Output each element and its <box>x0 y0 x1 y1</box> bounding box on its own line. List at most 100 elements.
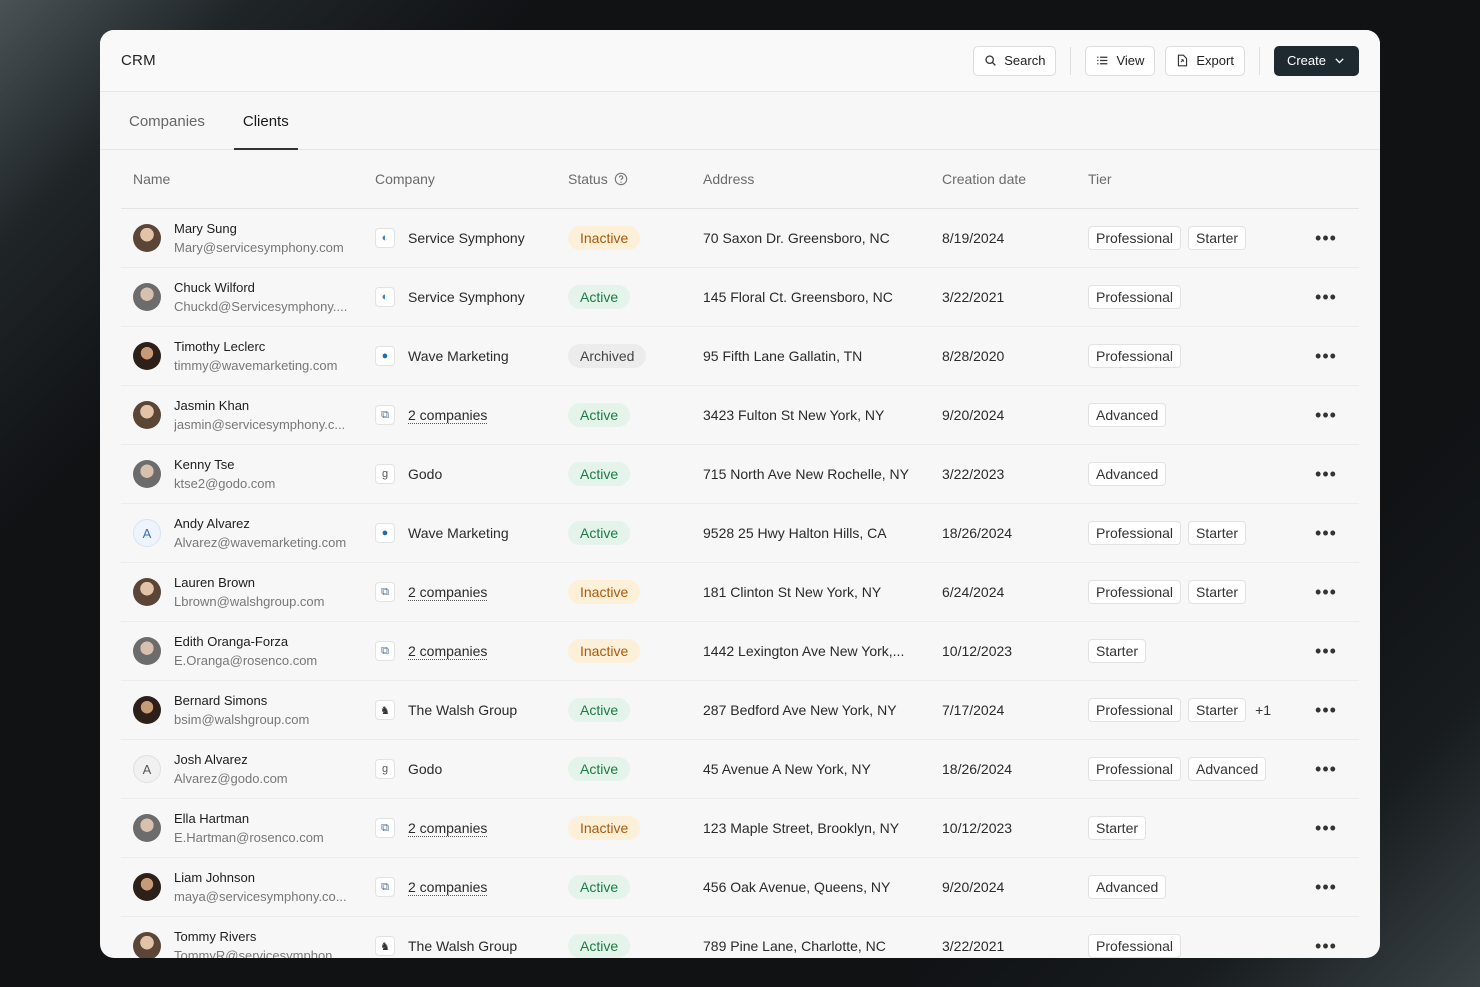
column-header-status[interactable]: Status <box>568 171 703 187</box>
client-name[interactable]: Liam Johnson <box>174 870 347 885</box>
table-row[interactable]: Mary Sung Mary@servicesymphony.com ◐ Ser… <box>121 209 1359 268</box>
export-button-label: Export <box>1196 53 1234 68</box>
table-row[interactable]: Liam Johnson maya@servicesymphony.co... … <box>121 858 1359 917</box>
tier-tag: Starter <box>1188 698 1247 722</box>
tier-cell: Professional Starter +1 <box>1088 698 1296 722</box>
toolbar-actions: Search View Export Create <box>973 45 1359 76</box>
tab-clients[interactable]: Clients <box>233 113 298 150</box>
table-row[interactable]: A Josh Alvarez Alvarez@godo.com g Godo A… <box>121 740 1359 799</box>
row-actions: ••• <box>1296 347 1356 365</box>
companies-link[interactable]: 2 companies <box>408 879 488 896</box>
client-name[interactable]: Ella Hartman <box>174 811 324 826</box>
column-header-tier[interactable]: Tier <box>1088 171 1296 187</box>
client-name[interactable]: Timothy Leclerc <box>174 339 337 354</box>
tier-more-count[interactable]: +1 <box>1255 702 1271 718</box>
companies-link[interactable]: 2 companies <box>408 584 488 601</box>
tier-cell: Professional <box>1088 285 1296 309</box>
address-cell: 145 Floral Ct. Greensboro, NC <box>703 289 893 305</box>
row-actions: ••• <box>1296 465 1356 483</box>
table-row[interactable]: Chuck Wilford Chuckd@Servicesymphony....… <box>121 268 1359 327</box>
client-email: ktse2@godo.com <box>174 476 276 491</box>
table-row[interactable]: A Andy Alvarez Alvarez@wavemarketing.com… <box>121 504 1359 563</box>
client-name[interactable]: Andy Alvarez <box>174 516 346 531</box>
avatar <box>133 696 161 724</box>
column-header-creation-date[interactable]: Creation date <box>942 171 1088 187</box>
client-name[interactable]: Kenny Tse <box>174 457 275 472</box>
creation-date-cell: 18/26/2024 <box>942 761 1013 777</box>
tier-tag: Professional <box>1088 344 1182 368</box>
companies-link[interactable]: 2 companies <box>408 820 488 837</box>
creation-date-cell: 3/22/2021 <box>942 289 1005 305</box>
table-row[interactable]: Kenny Tse ktse2@godo.com g Godo Active 7… <box>121 445 1359 504</box>
table-row[interactable]: Lauren Brown Lbrown@walshgroup.com ⧉ 2 c… <box>121 563 1359 622</box>
column-header-status-label: Status <box>568 171 608 187</box>
table-row[interactable]: Tommy Rivers TommyR@servicesymphon... ♞ … <box>121 917 1359 958</box>
client-name[interactable]: Chuck Wilford <box>174 280 347 295</box>
search-button[interactable]: Search <box>973 45 1057 76</box>
more-options-icon[interactable]: ••• <box>1315 701 1337 719</box>
client-name[interactable]: Tommy Rivers <box>174 929 343 944</box>
tier-tag: Advanced <box>1088 462 1167 486</box>
client-cell: Lauren Brown Lbrown@walshgroup.com <box>121 575 375 609</box>
table-row[interactable]: Timothy Leclerc timmy@wavemarketing.com … <box>121 327 1359 386</box>
client-email: Lbrown@walshgroup.com <box>174 594 325 609</box>
column-header-company[interactable]: Company <box>375 171 568 187</box>
help-circle-icon[interactable] <box>614 172 628 186</box>
client-cell: Tommy Rivers TommyR@servicesymphon... <box>121 929 375 958</box>
row-actions: ••• <box>1296 937 1356 955</box>
table-row[interactable]: Bernard Simons bsim@walshgroup.com ♞ The… <box>121 681 1359 740</box>
avatar <box>133 342 161 370</box>
company-name: Wave Marketing <box>408 348 509 364</box>
wave-marketing-icon: ● <box>375 523 395 543</box>
creation-date-cell: 8/28/2020 <box>942 348 1005 364</box>
client-name[interactable]: Lauren Brown <box>174 575 325 590</box>
client-name[interactable]: Edith Oranga-Forza <box>174 634 317 649</box>
create-button[interactable]: Create <box>1273 45 1359 76</box>
client-name[interactable]: Josh Alvarez <box>174 752 288 767</box>
client-name[interactable]: Jasmin Khan <box>174 398 345 413</box>
client-email: maya@servicesymphony.co... <box>174 889 347 904</box>
tier-cell: Professional Starter <box>1088 521 1296 545</box>
avatar <box>133 814 161 842</box>
more-options-icon[interactable]: ••• <box>1315 229 1337 247</box>
more-options-icon[interactable]: ••• <box>1315 406 1337 424</box>
multiple-companies-icon: ⧉ <box>375 641 395 661</box>
table-row[interactable]: Edith Oranga-Forza E.Oranga@rosenco.com … <box>121 622 1359 681</box>
tier-cell: Professional Starter <box>1088 580 1296 604</box>
more-options-icon[interactable]: ••• <box>1315 583 1337 601</box>
status-cell: Inactive <box>568 580 703 604</box>
client-email: jasmin@servicesymphony.c... <box>174 417 346 432</box>
creation-date-cell: 10/12/2023 <box>942 643 1013 659</box>
status-cell: Active <box>568 934 703 958</box>
companies-link[interactable]: 2 companies <box>408 407 488 424</box>
status-badge: Active <box>568 521 631 545</box>
status-badge: Archived <box>568 344 647 368</box>
more-options-icon[interactable]: ••• <box>1315 465 1337 483</box>
column-header-address[interactable]: Address <box>703 171 942 187</box>
more-options-icon[interactable]: ••• <box>1315 524 1337 542</box>
column-header-name[interactable]: Name <box>121 171 375 187</box>
companies-link[interactable]: 2 companies <box>408 643 488 660</box>
table-row[interactable]: Ella Hartman E.Hartman@rosenco.com ⧉ 2 c… <box>121 799 1359 858</box>
table-row[interactable]: Jasmin Khan jasmin@servicesymphony.c... … <box>121 386 1359 445</box>
client-name[interactable]: Mary Sung <box>174 221 344 236</box>
more-options-icon[interactable]: ••• <box>1315 937 1337 955</box>
tab-companies[interactable]: Companies <box>120 113 214 149</box>
avatar: A <box>133 755 161 783</box>
more-options-icon[interactable]: ••• <box>1315 760 1337 778</box>
export-button[interactable]: Export <box>1165 45 1245 76</box>
more-options-icon[interactable]: ••• <box>1315 288 1337 306</box>
client-name[interactable]: Bernard Simons <box>174 693 309 708</box>
creation-date-cell: 9/20/2024 <box>942 879 1005 895</box>
creation-date-cell: 3/22/2023 <box>942 466 1005 482</box>
more-options-icon[interactable]: ••• <box>1315 878 1337 896</box>
creation-date-cell: 3/22/2021 <box>942 938 1005 954</box>
more-options-icon[interactable]: ••• <box>1315 819 1337 837</box>
tier-tag: Professional <box>1088 226 1182 250</box>
more-options-icon[interactable]: ••• <box>1315 347 1337 365</box>
more-options-icon[interactable]: ••• <box>1315 642 1337 660</box>
client-cell: Edith Oranga-Forza E.Oranga@rosenco.com <box>121 634 375 668</box>
view-button[interactable]: View <box>1085 45 1156 76</box>
avatar <box>133 283 161 311</box>
creation-date-cell: 10/12/2023 <box>942 820 1013 836</box>
